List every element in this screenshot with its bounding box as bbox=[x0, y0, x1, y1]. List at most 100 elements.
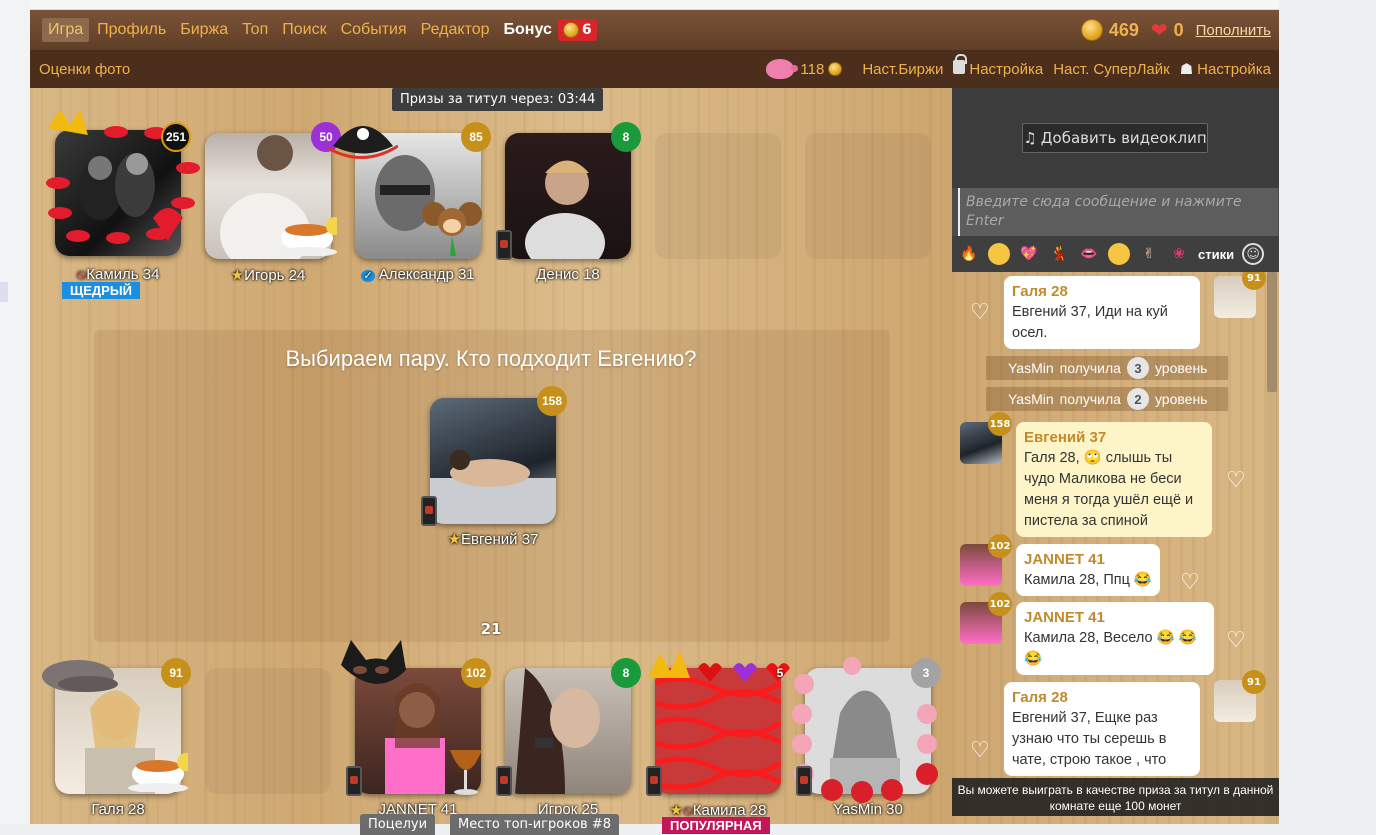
bonus-count: 6 bbox=[581, 22, 592, 38]
generous-tag: ЩЕДРЫЙ bbox=[62, 282, 140, 299]
settings-link-1[interactable]: Настройка bbox=[953, 54, 1044, 78]
empty-seat[interactable] bbox=[205, 668, 331, 794]
nav-exchange[interactable]: Биржа bbox=[174, 18, 234, 42]
seat-name[interactable]: Галя 28 bbox=[43, 801, 193, 818]
settings-1-label: Настройка bbox=[969, 61, 1044, 78]
phone-icon bbox=[496, 230, 512, 260]
photo-ratings-link[interactable]: Оценки фото bbox=[39, 61, 130, 78]
chat-message-input[interactable]: Введите сюда сообщение и нажмите Enter bbox=[958, 188, 1278, 236]
like-heart-icon[interactable]: ♡ bbox=[1180, 572, 1200, 594]
piggy-coins: 118 bbox=[800, 60, 825, 78]
pirate-hat-icon bbox=[328, 126, 398, 159]
verified-icon: ✓ bbox=[361, 270, 375, 282]
exchange-settings-link[interactable]: Наст.Биржи bbox=[862, 61, 943, 78]
message-author[interactable]: JANNET 41 bbox=[1024, 549, 1152, 570]
heart-icon: ❤ bbox=[1150, 18, 1168, 42]
seat-name[interactable]: ✓ Александр 31 bbox=[343, 266, 493, 283]
chat-message: Галя 28 Евгений 37, Иди на куй осел. bbox=[1004, 276, 1200, 349]
nav-events[interactable]: События bbox=[335, 18, 413, 42]
victory-hand-icon[interactable]: ✌ bbox=[1138, 243, 1160, 265]
avatar-player25 bbox=[515, 668, 600, 794]
seat-name[interactable]: ★Игорь 24 bbox=[193, 266, 343, 284]
cap-hat-icon bbox=[42, 660, 118, 692]
stickers-tab[interactable]: стики bbox=[1198, 247, 1234, 262]
add-videoclip-button[interactable]: ♫ Добавить видеоклип bbox=[1022, 123, 1208, 153]
empty-seat[interactable] bbox=[805, 133, 931, 259]
chat-scrollbar[interactable] bbox=[1267, 272, 1277, 824]
nav-game[interactable]: Игра bbox=[42, 18, 90, 42]
settings-link-2[interactable]: ☗ Настройка bbox=[1180, 60, 1271, 78]
pair-question: Выбираем пару. Кто подходит Евгению? bbox=[285, 346, 697, 371]
chat-message: Галя 28 Евгений 37, Ещке раз узнаю что т… bbox=[1004, 682, 1200, 776]
like-heart-icon[interactable]: ♡ bbox=[1226, 630, 1246, 652]
popular-tag: ПОПУЛЯРНАЯ bbox=[662, 817, 770, 834]
seat-top-4[interactable] bbox=[505, 133, 631, 259]
flower-icon[interactable]: ❀ bbox=[1168, 243, 1190, 265]
dancer-icon[interactable]: 💃 bbox=[1048, 243, 1070, 265]
level-badge: 85 bbox=[461, 122, 491, 152]
grin-icon[interactable] bbox=[1108, 243, 1130, 265]
fire-icon[interactable]: 🔥 bbox=[958, 243, 980, 265]
chat-message: Евгений 37 Галя 28, 🙄 слышь ты чудо Мали… bbox=[1016, 422, 1212, 537]
system-suffix: уровень bbox=[1154, 391, 1208, 407]
level-badge: 91 bbox=[161, 658, 191, 688]
kisses-button[interactable]: Поцелуи bbox=[360, 814, 436, 835]
lips-icon[interactable]: 👄 bbox=[1078, 243, 1100, 265]
chat-level-badge: 158 bbox=[988, 412, 1012, 436]
laugh-cry-icon[interactable] bbox=[988, 243, 1010, 265]
superlike-settings-link[interactable]: Наст. СуперЛайк bbox=[1053, 61, 1169, 78]
game-table: Призы за титул через: 03:44 251 ⦸Камиль … bbox=[30, 88, 952, 835]
topup-link[interactable]: Пополнить bbox=[1196, 22, 1271, 39]
chat-scroll-thumb[interactable] bbox=[1267, 272, 1277, 392]
bonus-badge[interactable]: 6 bbox=[557, 19, 597, 41]
nav-profile[interactable]: Профиль bbox=[91, 18, 172, 42]
like-heart-icon[interactable]: ♡ bbox=[970, 740, 990, 762]
chat-level-badge: 102 bbox=[988, 592, 1012, 616]
chat-message: JANNET 41 Камила 28, Весело 😂 😂😂 bbox=[1016, 602, 1214, 675]
balance-area: 469 ❤ 0 Пополнить bbox=[1080, 10, 1271, 50]
add-videoclip-label: Добавить видеоклип bbox=[1040, 129, 1207, 147]
top-players-place-button[interactable]: Место топ-игроков #8 bbox=[450, 814, 619, 835]
message-author[interactable]: Евгений 37 bbox=[1024, 427, 1204, 448]
seat-name[interactable]: ⦸Камиль 34 bbox=[43, 266, 193, 283]
message-author[interactable]: JANNET 41 bbox=[1024, 607, 1206, 628]
heart-sparkle-icon[interactable]: 💖 bbox=[1018, 243, 1040, 265]
level-badge: 251 bbox=[161, 122, 191, 152]
nav-editor[interactable]: Редактор bbox=[415, 18, 496, 42]
seat-name[interactable]: Денис 18 bbox=[493, 266, 643, 283]
nav-bonus[interactable]: Бонус bbox=[504, 21, 552, 39]
nav-top[interactable]: Топ bbox=[236, 18, 274, 42]
message-text: Галя 28, 🙄 слышь ты чудо Маликова не бес… bbox=[1024, 450, 1194, 529]
center-player-name[interactable]: ★Евгений 37 bbox=[418, 530, 568, 548]
system-message: YasMin получила 2 уровень bbox=[986, 387, 1228, 411]
message-author[interactable]: Галя 28 bbox=[1012, 687, 1192, 708]
music-note-icon: ♫ bbox=[1023, 129, 1037, 147]
video-area: ♫ Добавить видеоклип bbox=[952, 88, 1279, 188]
like-heart-icon[interactable]: ♡ bbox=[970, 302, 990, 324]
message-author[interactable]: Галя 28 bbox=[1012, 281, 1192, 302]
piggy-bank-icon[interactable] bbox=[766, 59, 799, 79]
star-icon: ★ bbox=[230, 267, 245, 284]
system-user[interactable]: YasMin bbox=[1008, 360, 1054, 376]
sub-toolbar: Оценки фото 118 Наст.Биржи Настройка Нас… bbox=[30, 50, 1279, 88]
level-badge: 5 bbox=[776, 666, 784, 680]
like-heart-icon[interactable]: ♡ bbox=[1226, 470, 1246, 492]
tea-cup-icon bbox=[277, 217, 337, 256]
system-user[interactable]: YasMin bbox=[1008, 391, 1054, 407]
center-player-photo[interactable] bbox=[430, 398, 556, 524]
seat-bottom-3[interactable] bbox=[505, 668, 631, 794]
lock-icon bbox=[953, 54, 968, 74]
cheburashka-sticker bbox=[422, 202, 482, 256]
chat-message: JANNET 41 Камила 28, Ппц 😂 bbox=[1016, 544, 1160, 596]
settings-2-label: Настройка bbox=[1197, 61, 1271, 78]
seat-name[interactable]: YasMin 30 bbox=[793, 801, 943, 818]
round-number: 21 bbox=[480, 620, 502, 638]
system-text: получила bbox=[1059, 391, 1121, 407]
smiley-picker-icon[interactable]: ☺ bbox=[1242, 243, 1265, 265]
empty-seat[interactable] bbox=[655, 133, 781, 259]
system-text: получила bbox=[1059, 360, 1121, 376]
nav-search[interactable]: Поиск bbox=[276, 18, 332, 42]
avatar-evgeniy bbox=[430, 450, 556, 524]
tea-cup-icon bbox=[128, 753, 188, 792]
left-gutter bbox=[0, 0, 30, 824]
